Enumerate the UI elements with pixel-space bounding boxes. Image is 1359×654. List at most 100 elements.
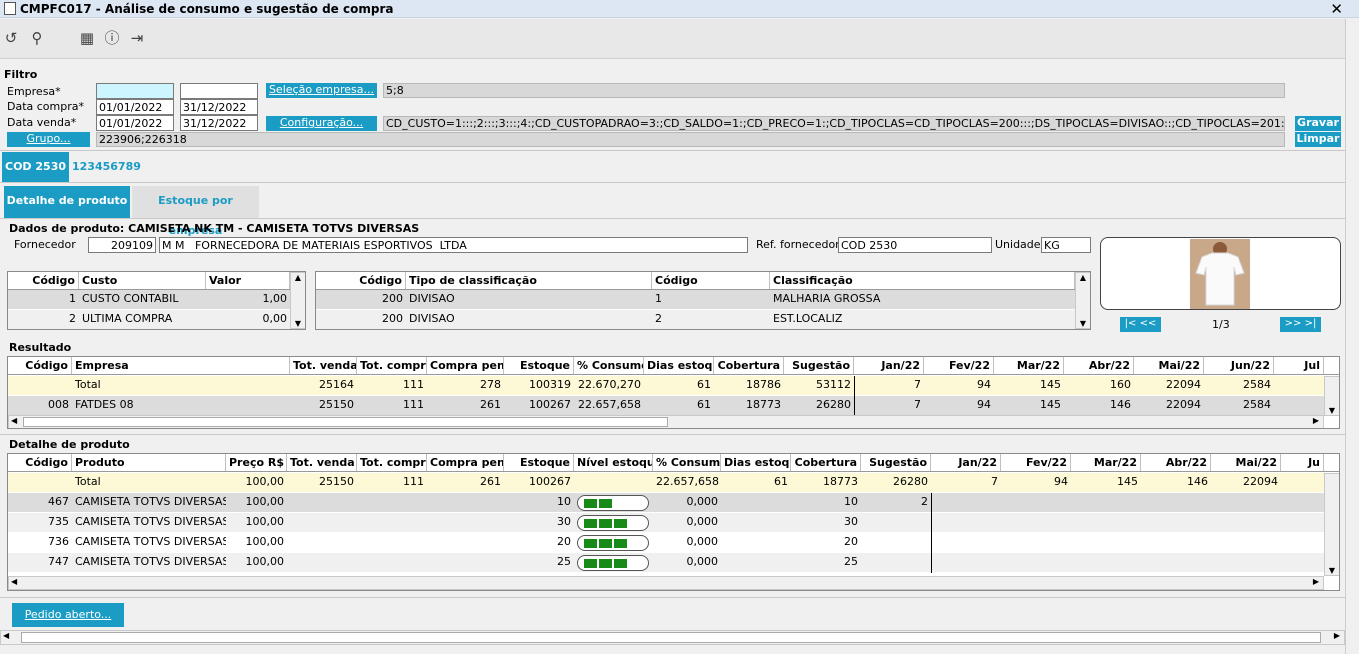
table-row[interactable]: 1 CUSTO CONTABIL 1,00	[8, 290, 305, 309]
col-jul[interactable]: Jul	[1274, 357, 1324, 374]
col-cobertura[interactable]: Cobertura	[791, 454, 861, 471]
scroll-thumb[interactable]	[23, 417, 668, 427]
table-row[interactable]: 736 CAMISETA TOTVS DIVERSAS \ 100,00 20 …	[8, 533, 1339, 552]
table-row[interactable]: 200 DIVISAO 1 MALHARIA GROSSA	[316, 290, 1090, 309]
col-codigo[interactable]: Código	[8, 357, 72, 374]
resultado-vscroll[interactable]: ▼	[1324, 376, 1339, 416]
col-consumo[interactable]: % Consumo	[574, 357, 644, 374]
col-jul[interactable]: Ju	[1281, 454, 1324, 471]
col-fev22[interactable]: Fev/22	[924, 357, 994, 374]
col-dias-estoque[interactable]: Dias estoque	[644, 357, 714, 374]
col-abr22[interactable]: Abr/22	[1141, 454, 1211, 471]
col-codigo[interactable]: Código	[316, 272, 406, 289]
image-next-button[interactable]: >> >|	[1280, 317, 1321, 332]
custo-grid-scrollbar[interactable]: ▲ ▼	[290, 272, 305, 329]
data-venda-de-input[interactable]: 01/01/2022	[96, 115, 174, 131]
col-sugestao[interactable]: Sugestão	[784, 357, 854, 374]
image-prev-button[interactable]: |< <<	[1120, 317, 1161, 332]
close-icon[interactable]: ✕	[1330, 0, 1343, 18]
col-fev22[interactable]: Fev/22	[1001, 454, 1071, 471]
table-row[interactable]: 735 CAMISETA TOTVS DIVERSAS \ 100,00 30 …	[8, 513, 1339, 532]
tab-detalhe-produto[interactable]: Detalhe de produto	[4, 186, 130, 218]
scroll-down-icon[interactable]: ▼	[1325, 406, 1339, 415]
col-tot-compra[interactable]: Tot. compra	[357, 357, 427, 374]
col-sugestao[interactable]: Sugestão	[861, 454, 931, 471]
data-venda-ate-input[interactable]: 31/12/2022	[180, 115, 258, 131]
col-tot-venda[interactable]: Tot. venda	[290, 357, 357, 374]
scroll-up-icon[interactable]: ▲	[1076, 273, 1090, 282]
window-vertical-scrollbar[interactable]	[1345, 19, 1359, 654]
limpar-button[interactable]: Limpar	[1295, 132, 1341, 147]
table-row[interactable]: 2 ULTIMA COMPRA 0,00	[8, 310, 305, 329]
col-tot-venda[interactable]: Tot. venda	[287, 454, 357, 471]
exit-icon[interactable]: ⇥	[127, 28, 147, 48]
col-mar22[interactable]: Mar/22	[994, 357, 1064, 374]
col-tipo-classificacao[interactable]: Tipo de classificação	[406, 272, 652, 289]
selecao-empresa-button[interactable]: Seleção empresa...	[266, 83, 377, 98]
col-produto[interactable]: Produto	[72, 454, 226, 471]
fornecedor-codigo-field[interactable]: 209109	[88, 237, 156, 253]
scroll-left-icon[interactable]: ◀	[3, 631, 9, 640]
data-compra-de-input[interactable]: 01/01/2022	[96, 99, 174, 115]
col-jun22[interactable]: Jun/22	[1204, 357, 1274, 374]
col-codigo[interactable]: Código	[8, 272, 79, 289]
col-jan22[interactable]: Jan/22	[854, 357, 924, 374]
resultado-hscroll[interactable]: ◀ ▶	[8, 415, 1324, 428]
classificacao-grid-scrollbar[interactable]: ▲ ▼	[1075, 272, 1090, 329]
pedido-aberto-button[interactable]: Pedido aberto...	[12, 603, 124, 627]
table-row[interactable]: 747 CAMISETA TOTVS DIVERSAS \ 100,00 25 …	[8, 553, 1339, 572]
col-valor[interactable]: Valor	[206, 272, 290, 289]
gravar-button[interactable]: Gravar	[1295, 116, 1341, 131]
empresa-ate-input[interactable]	[180, 83, 258, 99]
scroll-down-icon[interactable]: ▼	[291, 319, 305, 328]
scroll-left-icon[interactable]: ◀	[11, 416, 17, 425]
col-codigo[interactable]: Código	[8, 454, 72, 471]
col-compra-pend[interactable]: Compra pend.	[427, 357, 504, 374]
calendar-icon[interactable]: ▦	[77, 28, 97, 48]
scroll-down-icon[interactable]: ▼	[1325, 566, 1339, 575]
col-tot-compra[interactable]: Tot. compra	[357, 454, 427, 471]
scroll-right-icon[interactable]: ▶	[1313, 416, 1319, 425]
col-preco[interactable]: Preço R$	[226, 454, 287, 471]
scroll-thumb[interactable]	[21, 632, 1321, 643]
col-empresa[interactable]: Empresa	[72, 357, 290, 374]
search-icon[interactable]: ⚲	[27, 28, 47, 48]
table-row[interactable]: 467 CAMISETA TOTVS DIVERSAS \ 100,00 10 …	[8, 493, 1339, 512]
col-consumo[interactable]: % Consumo	[653, 454, 721, 471]
table-row[interactable]: 200 DIVISAO 2 EST.LOCALIZ	[316, 310, 1090, 329]
col-codigo-2[interactable]: Código	[652, 272, 770, 289]
col-dias-estoque[interactable]: Dias estoque	[721, 454, 791, 471]
empresa-de-input[interactable]	[96, 83, 174, 99]
window-horizontal-scrollbar[interactable]: ◀ ▶	[0, 630, 1345, 645]
col-cobertura[interactable]: Cobertura	[714, 357, 784, 374]
col-mai22[interactable]: Mai/22	[1211, 454, 1281, 471]
col-classificacao[interactable]: Classificação	[770, 272, 1075, 289]
scroll-left-icon[interactable]: ◀	[11, 577, 17, 586]
col-jan22[interactable]: Jan/22	[931, 454, 1001, 471]
col-compra-pend[interactable]: Compra pend.	[427, 454, 504, 471]
col-abr22[interactable]: Abr/22	[1064, 357, 1134, 374]
total-row[interactable]: Total 100,00 25150 111 261 100267 22.657…	[8, 473, 1339, 492]
table-row[interactable]: 008 FATDES 08 25150 111 261 100267 22.65…	[8, 396, 1339, 415]
col-nivel-estoque[interactable]: Nível estoque	[574, 454, 653, 471]
configuracao-button[interactable]: Configuração...	[266, 116, 377, 131]
col-estoque[interactable]: Estoque	[504, 454, 574, 471]
detalhe-hscroll[interactable]: ◀ ▶	[8, 576, 1324, 590]
col-mar22[interactable]: Mar/22	[1071, 454, 1141, 471]
col-mai22[interactable]: Mai/22	[1134, 357, 1204, 374]
scroll-down-icon[interactable]: ▼	[1076, 319, 1090, 328]
data-compra-ate-input[interactable]: 31/12/2022	[180, 99, 258, 115]
grupo-button[interactable]: Grupo...	[7, 132, 90, 147]
col-estoque[interactable]: Estoque	[504, 357, 574, 374]
scroll-right-icon[interactable]: ▶	[1313, 577, 1319, 586]
tab-estoque-por-empresa[interactable]: Estoque por empresa	[132, 186, 259, 237]
scroll-right-icon[interactable]: ▶	[1334, 631, 1340, 640]
tab-cod-2530[interactable]: COD 2530	[2, 152, 69, 182]
help-icon[interactable]: ⓘ	[102, 28, 122, 48]
total-row[interactable]: Total 25164 111 278 100319 22.670,270 61…	[8, 376, 1339, 395]
col-custo[interactable]: Custo	[79, 272, 206, 289]
refresh-icon[interactable]: ↺	[1, 28, 21, 48]
detalhe-vscroll[interactable]: ▼	[1324, 473, 1339, 576]
scroll-up-icon[interactable]: ▲	[291, 273, 305, 282]
tab-123456789[interactable]: 123456789	[72, 152, 141, 182]
